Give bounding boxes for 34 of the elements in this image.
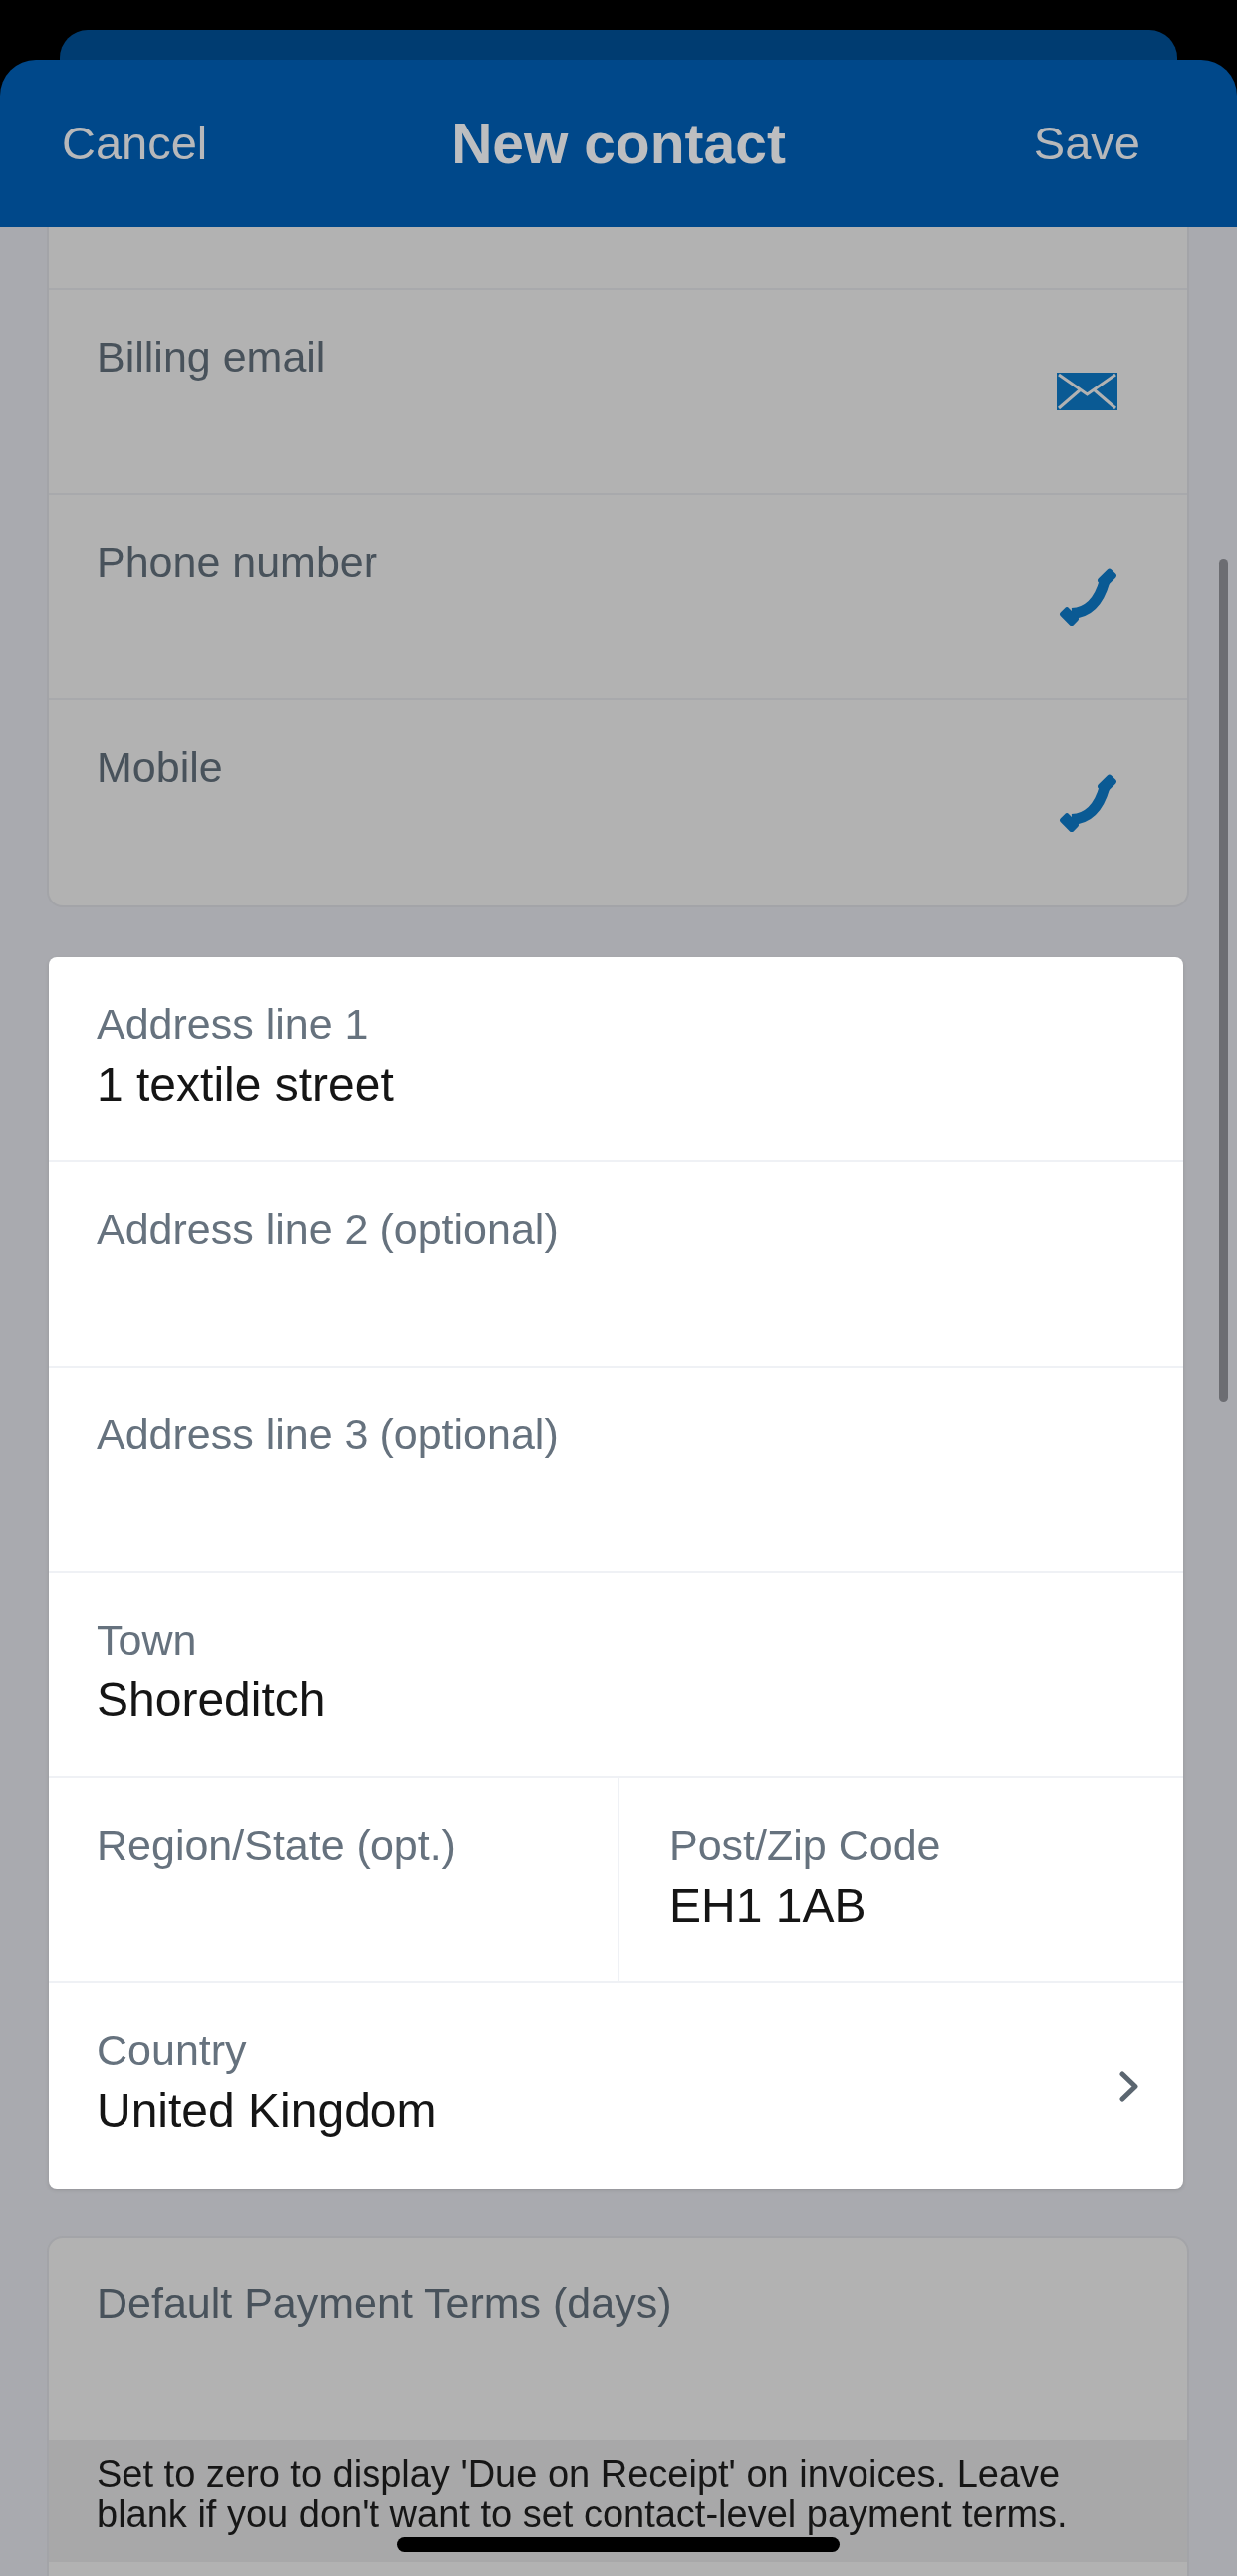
screen-title: New contact <box>451 111 786 176</box>
field-value: EH1 1AB <box>669 1878 866 1933</box>
text-field[interactable]: Mobile <box>49 700 1187 905</box>
text-field[interactable]: Address line 1 1 textile street <box>49 957 1183 1162</box>
field-value: United Kingdom <box>97 2083 437 2139</box>
field-value: Shoreditch <box>97 1673 326 1728</box>
save-button[interactable]: Save <box>1033 116 1140 171</box>
field-label: Post/Zip Code <box>669 1820 941 1871</box>
field-label: Town <box>97 1615 197 1666</box>
phone-icon <box>1059 774 1117 832</box>
envelope-icon <box>1057 373 1117 410</box>
text-field[interactable]: Post/Zip Code EH1 1AB <box>618 1778 1183 1981</box>
text-field[interactable]: Billing email <box>49 290 1187 495</box>
field-label: Country <box>97 2025 247 2076</box>
select-field[interactable]: Country United Kingdom <box>49 1983 1183 2189</box>
field-label: Mobile <box>97 742 223 793</box>
field-label: Address line 3 (optional) <box>97 1410 559 1460</box>
field-label: Address line 2 (optional) <box>97 1204 559 1255</box>
text-field[interactable]: Address line 3 (optional) <box>49 1368 1183 1573</box>
text-field[interactable]: Town Shoreditch <box>49 1573 1183 1778</box>
text-field[interactable]: Address line 2 (optional) <box>49 1162 1183 1368</box>
field-label: Address line 1 <box>97 999 369 1050</box>
cancel-button[interactable]: Cancel <box>62 116 208 171</box>
field-label: Phone number <box>97 537 378 588</box>
field-label: Default Payment Terms (days) <box>97 2278 672 2329</box>
chevron-right-icon <box>1118 2070 1140 2102</box>
hint-text: Set to zero to display 'Due on Receipt' on invoices. Leave blank if you don't want to set contact-level payment terms. <box>97 2454 1069 2534</box>
text-field[interactable]: Phone number <box>49 495 1187 700</box>
text-field[interactable]: Region/State (opt.) <box>49 1778 618 1981</box>
field-value: 1 textile street <box>97 1057 394 1113</box>
field-label: Region/State (opt.) <box>97 1820 456 1871</box>
text-field[interactable]: Default Payment Terms (days) <box>49 2238 1187 2440</box>
field-label: Billing email <box>97 332 326 383</box>
phone-icon <box>1059 568 1117 626</box>
